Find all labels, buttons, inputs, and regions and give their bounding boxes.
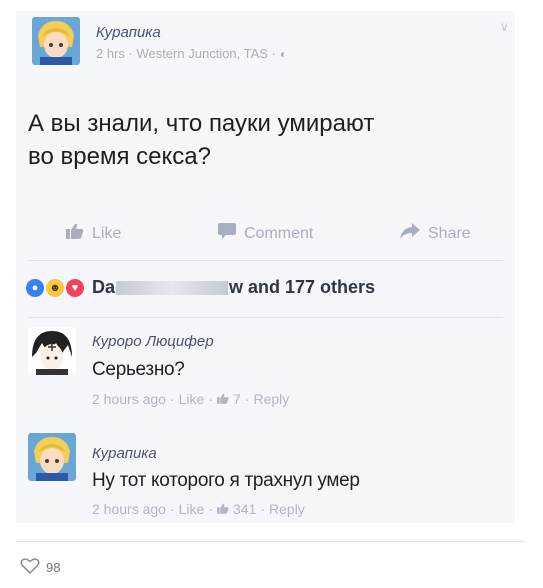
separator-dot: · bbox=[208, 391, 213, 407]
thumbs-up-icon bbox=[66, 223, 84, 244]
comment-like-count: 7 bbox=[232, 391, 241, 407]
commenter-avatar[interactable] bbox=[28, 327, 76, 375]
reactor-name-end: w and 177 others bbox=[229, 277, 376, 297]
author-avatar[interactable] bbox=[32, 17, 80, 65]
globe-icon: ◐ bbox=[279, 46, 288, 61]
post-time-location: 2 hrs · Western Junction, TAS · bbox=[96, 46, 276, 61]
comment-time: 2 hours ago bbox=[92, 501, 166, 517]
comment-meta: 2 hours ago · Like · 7 · Reply bbox=[92, 391, 289, 407]
comment-meta: 2 hours ago · Like · 341 · Reply bbox=[92, 501, 305, 517]
comment-text: Серьезно? bbox=[92, 359, 185, 380]
reactions-summary[interactable]: ● ☻ ♥ Da w and 177 others bbox=[26, 277, 375, 298]
post-text-line: А вы знали, что пауки умирают bbox=[28, 110, 375, 137]
comment-label: Comment bbox=[244, 224, 314, 242]
chevron-down-icon[interactable]: ∨ bbox=[499, 19, 509, 35]
haha-reaction-icon: ☻ bbox=[46, 278, 64, 297]
commenter-avatar[interactable] bbox=[28, 433, 76, 481]
reactions-text: Da w and 177 others bbox=[92, 277, 375, 298]
comment-text: Ну тот которого я трахнул умер bbox=[92, 470, 360, 491]
separator-dot: · bbox=[260, 501, 266, 517]
share-icon bbox=[400, 223, 420, 244]
comment-like-link[interactable]: Like bbox=[179, 391, 205, 407]
like-button[interactable]: Like bbox=[66, 223, 121, 244]
comment-like-link[interactable]: Like bbox=[179, 501, 205, 517]
post-meta: 2 hrs · Western Junction, TAS · ◐ bbox=[96, 46, 287, 61]
comment-icon bbox=[218, 223, 236, 244]
like-counter[interactable]: 98 bbox=[20, 557, 60, 578]
post-text: А вы знали, что пауки умирают во время с… bbox=[28, 107, 468, 173]
reactor-name-start: Da bbox=[92, 277, 116, 297]
like-label: Like bbox=[92, 224, 122, 242]
separator-dot: · bbox=[169, 501, 175, 517]
comment-time: 2 hours ago bbox=[92, 391, 166, 407]
comment-author[interactable]: Куроро Люцифер bbox=[92, 333, 214, 350]
facebook-post: Курапика 2 hrs · Western Junction, TAS ·… bbox=[16, 11, 515, 523]
thumbs-up-icon bbox=[216, 391, 229, 407]
divider bbox=[28, 317, 503, 318]
like-reaction-icon: ● bbox=[26, 278, 44, 297]
love-reaction-icon: ♥ bbox=[66, 278, 84, 297]
share-button[interactable]: Share bbox=[400, 223, 471, 244]
comment-button[interactable]: Comment bbox=[218, 223, 313, 244]
heart-icon[interactable] bbox=[20, 557, 40, 578]
separator-dot: · bbox=[244, 391, 250, 407]
separator-dot: · bbox=[208, 501, 213, 517]
post-text-line: во время секса? bbox=[28, 143, 211, 170]
likes-count: 98 bbox=[46, 560, 61, 575]
comment-like-count: 341 bbox=[232, 501, 257, 517]
separator-dot: · bbox=[169, 391, 175, 407]
share-label: Share bbox=[428, 224, 471, 242]
footer-divider bbox=[16, 541, 525, 542]
redacted-name bbox=[116, 280, 229, 295]
author-name[interactable]: Курапика bbox=[96, 24, 161, 41]
action-bar: Like Comment Share bbox=[16, 219, 515, 249]
divider bbox=[28, 260, 503, 261]
comment-reply-link[interactable]: Reply bbox=[253, 391, 289, 407]
comment-author[interactable]: Курапика bbox=[92, 445, 157, 462]
thumbs-up-icon bbox=[216, 501, 229, 517]
comment-reply-link[interactable]: Reply bbox=[269, 501, 305, 517]
